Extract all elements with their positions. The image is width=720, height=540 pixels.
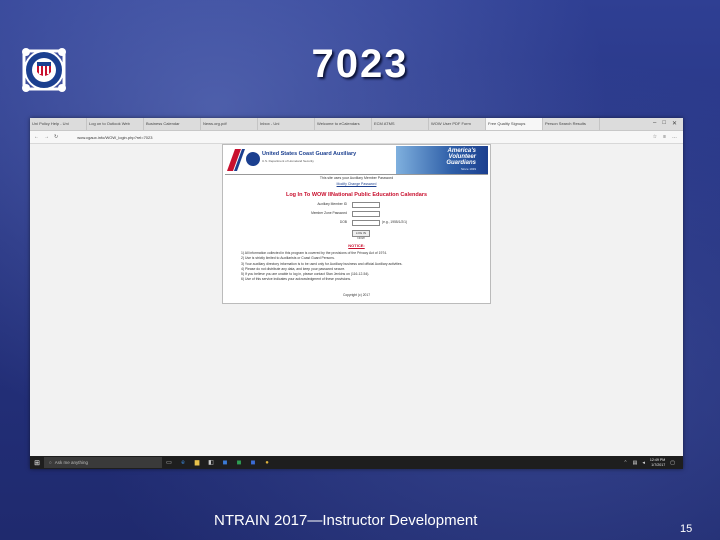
intro-text: This site uses your Auxiliary Member Pas… — [319, 176, 394, 180]
taskbar-clock[interactable]: 12:49 PM 1/7/2017 — [650, 458, 665, 467]
file-explorer-icon[interactable]: ▆ — [190, 459, 204, 466]
browser-screenshot: Uni Policy Help - Uni Log on to Outlook … — [30, 118, 683, 469]
browser-tab[interactable]: Inbox - Uni — [258, 118, 315, 130]
search-icon: ○ — [49, 460, 52, 465]
outlook-icon[interactable]: ◼ — [218, 459, 232, 466]
more-icon[interactable]: … — [672, 134, 677, 140]
banner-graphic: America's Volunteer Guardians Since 1939 — [396, 146, 488, 174]
web-page: United States Coast Guard Auxiliary U.S.… — [222, 144, 491, 304]
tagline-line: Guardians — [446, 160, 476, 166]
dob-hint: (e.g., 1955/1/2/1) — [382, 220, 408, 224]
password-input[interactable] — [352, 211, 380, 217]
star-icon[interactable]: ☆ — [653, 134, 657, 140]
clock-time: 12:49 PM — [649, 458, 666, 462]
auxiliary-logo — [245, 151, 261, 167]
minimize-icon[interactable]: – — [653, 120, 656, 130]
browser-tab[interactable]: Log on to Outlook Web — [87, 118, 144, 130]
windows-start-icon[interactable]: ⊞ — [30, 459, 44, 467]
windows-taskbar: ⊞ ○ Ask me anything ▭ e ▆ ◧ ◼ ◼ ◼ ● ⌃ ▤ … — [30, 456, 683, 469]
browser-tab[interactable]: Person Search Results — [543, 118, 600, 130]
password-label: Member Zone Password — [311, 211, 347, 215]
excel-icon[interactable]: ◼ — [232, 459, 246, 466]
back-icon[interactable]: ← — [34, 134, 39, 140]
taskbar-search[interactable]: ○ Ask me anything — [44, 457, 162, 468]
browser-tab-active[interactable]: Free Quality Signups — [486, 118, 543, 130]
hub-icon[interactable]: ≡ — [663, 134, 666, 140]
dob-input[interactable] — [352, 220, 380, 226]
chrome-icon[interactable]: ● — [260, 460, 274, 466]
close-icon[interactable]: ✕ — [672, 120, 677, 130]
store-icon[interactable]: ◧ — [204, 459, 218, 466]
browser-tab[interactable]: Uni Policy Help - Uni — [30, 118, 87, 130]
notice-title: NOTICE: — [348, 243, 365, 248]
since-label: Since 1939 — [460, 167, 476, 171]
address-bar: ← → ↻ wow.cgaux.info/WOW_login.php?rel=7… — [30, 131, 683, 144]
browser-tab[interactable]: News.org.pdf — [201, 118, 258, 130]
site-banner: United States Coast Guard Auxiliary U.S.… — [225, 146, 488, 175]
browser-tab[interactable]: ECM ATMS — [372, 118, 429, 130]
org-name: United States Coast Guard Auxiliary — [262, 151, 357, 157]
browser-tab[interactable]: Business Calendar — [144, 118, 201, 130]
login-button[interactable]: LOG IN NOW — [352, 230, 370, 240]
dob-label: DOB — [339, 220, 347, 224]
edge-icon[interactable]: e — [176, 460, 190, 466]
slide-title: 7023 — [311, 42, 409, 86]
word-icon[interactable]: ◼ — [246, 459, 260, 466]
login-title: Log In To WOW IINational Public Educatio… — [285, 192, 428, 198]
notifications-icon[interactable]: ▢ — [670, 460, 675, 466]
search-placeholder: Ask me anything — [54, 460, 88, 465]
copyright: Copyright (c) 2017 — [342, 293, 371, 297]
clock-date: 1/7/2017 — [651, 462, 666, 467]
slide-footer: NTRAIN 2017—Instructor Development — [214, 512, 478, 529]
notice-list: 1) All information collected in this pro… — [241, 251, 481, 283]
member-id-label: Auxiliary Member ID — [317, 202, 347, 206]
org-subtitle: U.S. Department of Homeland Security — [262, 159, 314, 163]
network-icon[interactable]: ▤ — [633, 460, 638, 466]
browser-tab-bar: Uni Policy Help - Uni Log on to Outlook … — [30, 118, 683, 131]
browser-tab[interactable]: Welcome to eCalendars — [315, 118, 372, 130]
url-field[interactable]: wow.cgaux.info/WOW_login.php?rel=7023 — [77, 135, 152, 140]
forward-icon[interactable]: → — [44, 134, 49, 140]
maximize-icon[interactable]: □ — [662, 120, 666, 130]
browser-tab[interactable]: WOW User PDF Form — [429, 118, 486, 130]
volume-icon[interactable]: ◂ — [642, 460, 645, 466]
task-view-icon[interactable]: ▭ — [162, 459, 176, 466]
member-id-input[interactable] — [352, 202, 380, 208]
slide-number: 15 — [680, 523, 693, 535]
notice-item: 6) Use of this service indicates your ac… — [241, 277, 352, 282]
change-password-link[interactable]: Modify Change Password — [223, 182, 490, 186]
chevron-up-icon[interactable]: ⌃ — [623, 460, 627, 466]
refresh-icon[interactable]: ↻ — [54, 134, 58, 140]
